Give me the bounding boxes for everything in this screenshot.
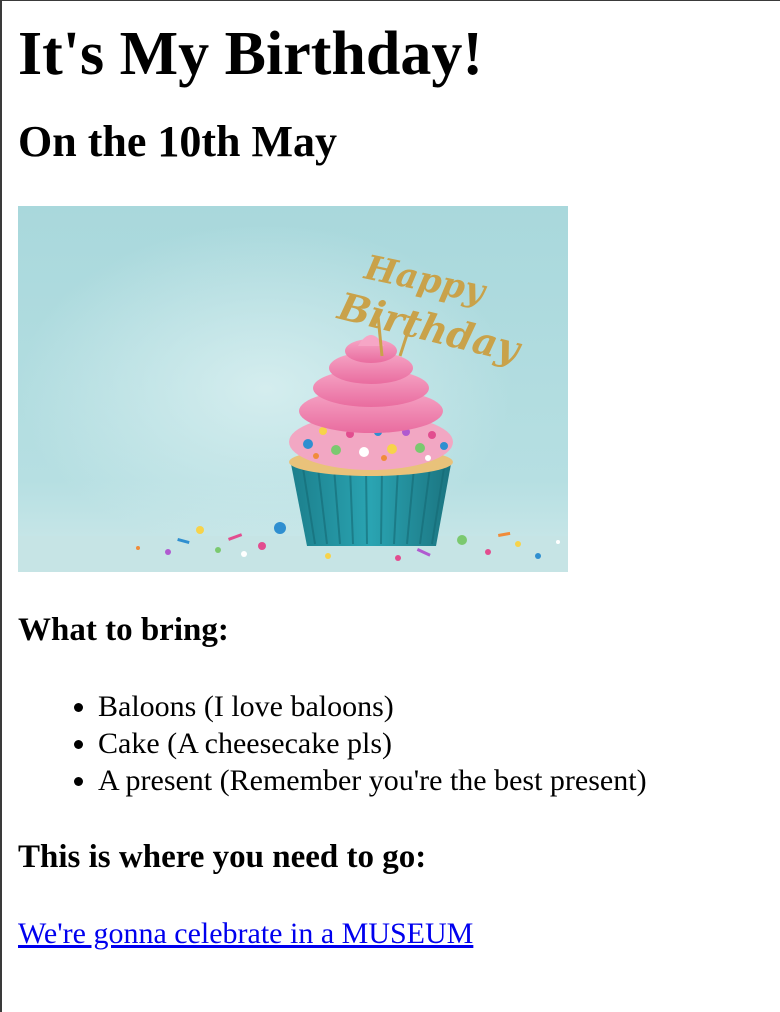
what-to-bring-heading: What to bring: bbox=[18, 612, 229, 648]
page-left-border bbox=[0, 0, 2, 1012]
page-title: It's My Birthday! bbox=[18, 20, 483, 88]
list-item: A present (Remember you're the best pres… bbox=[98, 762, 768, 799]
page-subtitle: On the 10th May bbox=[18, 117, 337, 166]
bring-list: Baloons (I love baloons) Cake (A cheesec… bbox=[18, 688, 768, 799]
where-to-go-heading: This is where you need to go: bbox=[18, 839, 427, 875]
museum-link[interactable]: We're gonna celebrate in a MUSEUM bbox=[18, 915, 473, 952]
list-item: Baloons (I love baloons) bbox=[98, 688, 768, 725]
page-content: It's My Birthday! On the 10th May Happy … bbox=[18, 0, 768, 952]
list-item: Cake (A cheesecake pls) bbox=[98, 725, 768, 762]
birthday-cupcake-image: Happy Birthday bbox=[18, 206, 568, 572]
